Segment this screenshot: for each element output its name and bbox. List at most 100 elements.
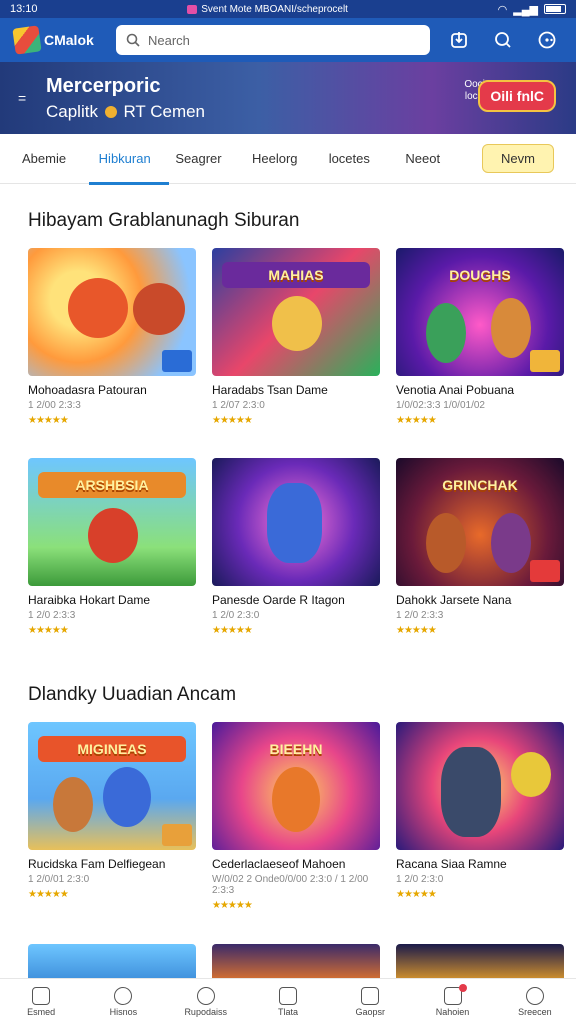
notification-icon — [187, 4, 198, 14]
tab-seagrer[interactable]: Seagrer — [175, 134, 252, 184]
rating-stars: ★★★★★ — [28, 415, 69, 426]
character-art — [441, 747, 501, 837]
game-meta: 1 2/0 2:3:0 — [212, 610, 260, 621]
character-art — [88, 508, 138, 563]
nav-item-compass[interactable]: Rupodaiss — [174, 986, 238, 1017]
rating-stars: ★★★★★ — [396, 625, 437, 636]
rating-stars: ★★★★★ — [212, 900, 253, 911]
character-art — [511, 752, 551, 797]
game-thumbnail[interactable]: ARSHBSIA — [28, 458, 196, 586]
character-art — [426, 513, 466, 573]
game-logo-art: MIGINEAS — [38, 736, 186, 762]
app-badge-icon — [162, 350, 192, 372]
game-title: Venotia Anai Pobuana — [396, 383, 515, 397]
nav-item-user[interactable]: Sreecen — [503, 986, 567, 1017]
game-logo-art: GRINCHAK — [442, 477, 518, 493]
status-center: Svent Mote MBOANI/scheprocelt — [187, 4, 348, 15]
nav-item-home[interactable]: Esmed — [9, 986, 73, 1017]
character-art — [103, 767, 151, 827]
banner-cta-button[interactable]: Oili fnlC — [478, 80, 556, 112]
menu-icon[interactable]: = — [18, 90, 28, 106]
game-thumbnail[interactable] — [28, 248, 196, 376]
game-thumbnail[interactable]: GRINCHAK — [396, 458, 564, 586]
character-art — [267, 483, 322, 563]
game-meta: 1 2/00 2:3:3 — [28, 400, 81, 411]
search-icon — [126, 33, 140, 47]
nav-label: Sreecen — [518, 1006, 552, 1017]
section-title: Dlandky Uuadian Ancam — [28, 684, 237, 705]
app-logo[interactable]: CMalok — [12, 25, 102, 55]
nav-label: Nahoien — [435, 1006, 470, 1017]
game-meta: 1 2/0 2:3:3 — [28, 610, 76, 621]
tab-neeot[interactable]: Neeot — [405, 134, 482, 184]
app-bar: CMalok Nearch — [0, 18, 576, 62]
battery-icon — [544, 4, 566, 14]
game-card[interactable]: ARSHBSIA Haraibka Hokart Dame 1 2/0 2:3:… — [28, 458, 196, 654]
nav-label: Esmed — [27, 1006, 56, 1017]
game-thumbnail[interactable]: BIEEHN — [212, 722, 380, 850]
tab-abemie[interactable]: Abemie — [22, 134, 99, 184]
status-center-text: Svent Mote MBOANI/scheprocelt — [201, 3, 348, 15]
search-input[interactable]: Nearch — [148, 33, 190, 48]
game-title: Haradabs Tsan Dame — [212, 383, 328, 397]
new-tab-button[interactable]: Nevm — [482, 144, 554, 173]
game-meta: 1 2/0 2:3:0 — [396, 874, 444, 885]
user-icon — [525, 986, 544, 1005]
disc-icon — [114, 986, 133, 1005]
game-grid: Mohoadasra Patouran 1 2/00 2:3:3 ★★★★★ M… — [0, 248, 576, 654]
download-button[interactable] — [444, 25, 474, 55]
tab-hibkuran[interactable]: Hibkuran — [88, 134, 176, 185]
home-icon — [32, 986, 51, 1005]
app-badge-icon — [162, 824, 192, 846]
nav-label: Rupodaiss — [184, 1006, 227, 1017]
character-art — [272, 767, 320, 832]
game-card[interactable]: BIEEHN Cederlaclaeseof Mahoen W/0/02 2 O… — [212, 722, 380, 918]
banner-title: Mercerporic — [46, 74, 161, 97]
character-art — [68, 278, 128, 338]
tab-heelorg[interactable]: Heelorg — [252, 134, 329, 184]
game-card[interactable]: Panesde Oarde R Itagon 1 2/0 2:3:0 ★★★★★ — [212, 458, 380, 654]
game-card[interactable]: Racana Siaa Ramne 1 2/0 2:3:0 ★★★★★ — [396, 722, 564, 918]
status-icons: ◠ ▂▄▆ — [498, 3, 566, 16]
character-art — [426, 303, 466, 363]
magnifier-icon — [495, 32, 511, 48]
notification-badge — [458, 983, 467, 992]
game-card[interactable]: MAHIAS Haradabs Tsan Dame 1 2/07 2:3:0 ★… — [212, 248, 380, 444]
rating-stars: ★★★★★ — [28, 889, 69, 900]
game-thumbnail[interactable] — [396, 722, 564, 850]
game-thumbnail[interactable]: MAHIAS — [212, 248, 380, 376]
nav-label: Gaopsr — [355, 1006, 386, 1017]
game-title: Racana Siaa Ramne — [396, 857, 507, 871]
coin-icon — [104, 106, 117, 119]
category-tabs: Abemie Hibkuran Seagrer Heelorg locetes … — [0, 134, 576, 185]
character-art — [272, 296, 322, 351]
more-icon — [538, 31, 556, 49]
tab-locetes[interactable]: locetes — [329, 134, 406, 184]
nav-item-disc[interactable]: Hisnos — [91, 986, 155, 1017]
promo-banner[interactable]: = Mercerporic Caplitk RT Cemen Oocion lo… — [0, 62, 576, 134]
game-thumbnail[interactable]: MIGINEAS — [28, 722, 196, 850]
download-icon — [451, 32, 467, 48]
game-meta: W/0/02 2 Onde0/0/00 2:3:0 / 1 2/00 2:3:3 — [212, 874, 369, 896]
nav-item-chat[interactable]: Nahoien — [421, 983, 485, 1017]
game-title: Dahokk Jarsete Nana — [396, 593, 512, 607]
nav-item-text[interactable]: Tlata — [256, 986, 320, 1017]
game-thumbnail[interactable]: DOUGHS — [396, 248, 564, 376]
game-title: Cederlaclaeseof Mahoen — [212, 857, 346, 871]
bottom-nav: Esmed Hisnos Rupodaiss Tlata Gaopsr Naho… — [0, 978, 576, 1024]
bag-icon — [361, 986, 380, 1005]
nav-item-bag[interactable]: Gaopsr — [338, 986, 402, 1017]
game-card[interactable]: DOUGHS Venotia Anai Pobuana 1/0/02:3:3 1… — [396, 248, 564, 444]
game-card[interactable]: MIGINEAS Rucidska Fam Delfiegean 1 2/0/0… — [28, 722, 196, 918]
game-meta: 1 2/0/01 2:3:0 — [28, 874, 90, 885]
game-thumbnail[interactable] — [212, 458, 380, 586]
wifi-icon: ◠ — [497, 3, 508, 16]
game-meta: 1/0/02:3:3 1/0/01/02 — [396, 400, 485, 411]
status-time: 13:10 — [10, 3, 38, 15]
more-button[interactable] — [532, 25, 562, 55]
game-card[interactable]: GRINCHAK Dahokk Jarsete Nana 1 2/0 2:3:3… — [396, 458, 564, 654]
game-card[interactable]: Mohoadasra Patouran 1 2/00 2:3:3 ★★★★★ — [28, 248, 196, 444]
search-bar[interactable]: Nearch — [116, 25, 430, 55]
game-title: Rucidska Fam Delfiegean — [28, 857, 166, 871]
search-button[interactable] — [488, 25, 518, 55]
